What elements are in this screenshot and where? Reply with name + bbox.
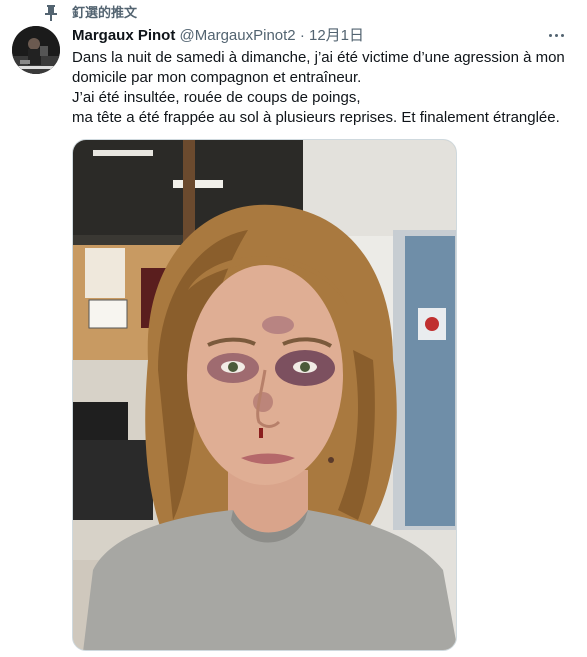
tweet-text: Dans la nuit de samedi à dimanche, j’ai … [72, 48, 572, 128]
pinned-label: 釘選的推文 [72, 5, 138, 20]
tweet-line: J’ai été insultée, rouée de coups de poi… [72, 89, 361, 106]
pinned-indicator [44, 4, 58, 22]
tweet-header: Margaux Pinot @MargauxPinot2 · 12月1日 [72, 26, 364, 45]
tweet-card[interactable]: 釘選的推文 Margaux Pinot @MargauxPinot2 · 12月… [0, 0, 587, 657]
tweet-line: Dans la nuit de samedi à dimanche, j’ai … [72, 49, 565, 86]
more-dot [548, 33, 552, 37]
avatar[interactable] [12, 26, 60, 74]
pin-icon [44, 5, 58, 21]
author-name[interactable]: Margaux Pinot [72, 27, 175, 44]
tweet-photo[interactable] [72, 139, 457, 651]
tweet-line: ma tête a été frappée au sol à plusieurs… [72, 109, 560, 126]
post-date[interactable]: 12月1日 [309, 27, 364, 44]
more-options-button[interactable] [545, 26, 567, 44]
more-dot [554, 33, 558, 37]
author-handle[interactable]: @MargauxPinot2 [180, 27, 296, 44]
more-dot [560, 33, 564, 37]
separator-dot: · [299, 27, 305, 44]
